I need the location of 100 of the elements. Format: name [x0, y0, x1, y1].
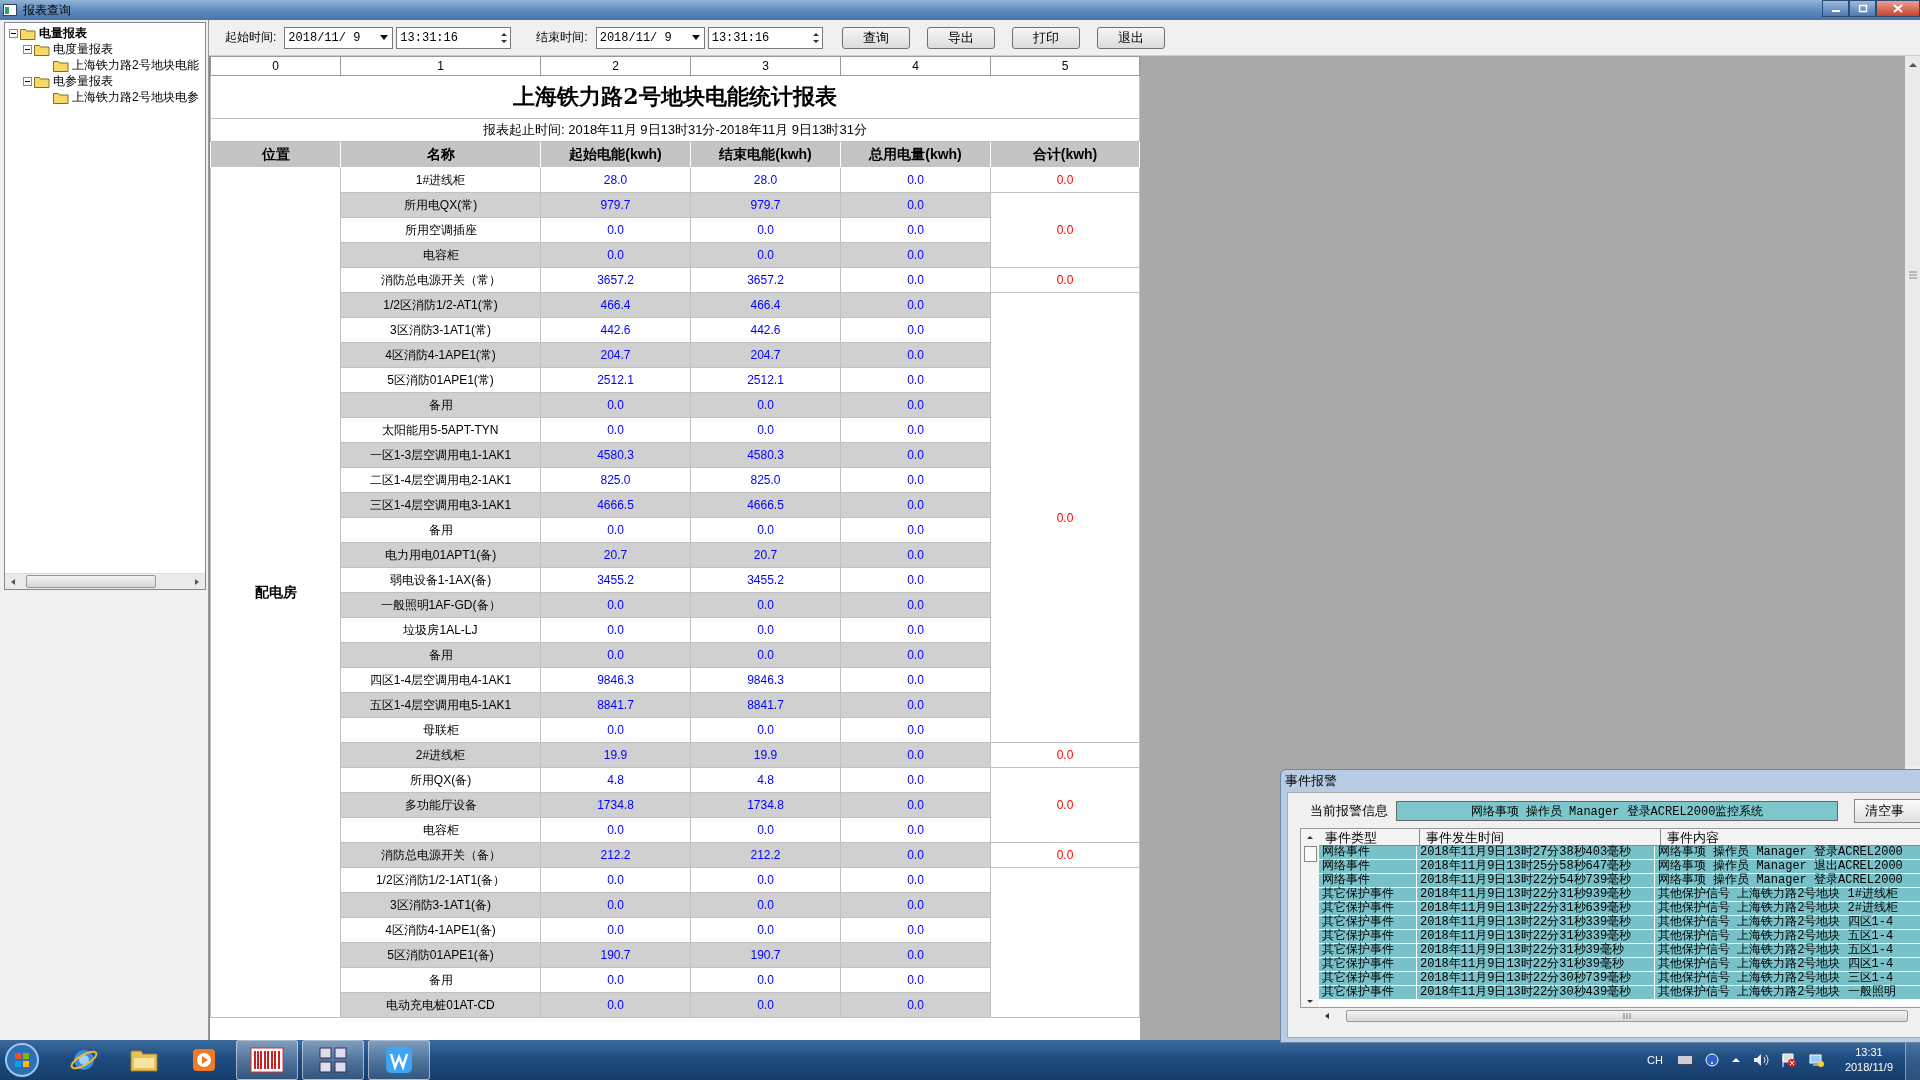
- expander-icon[interactable]: [23, 76, 32, 86]
- total-cell: 0.0: [990, 192, 1140, 268]
- table-cell: 0.0: [690, 592, 841, 618]
- table-cell: 备用: [340, 967, 541, 993]
- scroll-thumb[interactable]: [1303, 846, 1317, 862]
- table-cell: 4区消防4-1APE1(备): [340, 917, 541, 943]
- table-cell: 466.4: [690, 292, 841, 318]
- table-cell: 3455.2: [690, 567, 841, 593]
- report-period: 报表起止时间: 2018年11月 9日13时31分-2018年11月 9日13时31分: [210, 118, 1140, 142]
- app-icon[interactable]: [368, 1040, 430, 1080]
- table-cell: 其他保护信号 上海铁力路2号地块 三区1-4: [1655, 972, 1920, 986]
- table-cell: 0.0: [540, 392, 691, 418]
- clock-time[interactable]: 13:31: [1855, 1045, 1883, 1060]
- language-indicator[interactable]: CH: [1647, 1054, 1663, 1066]
- column-index-header[interactable]: 3: [690, 56, 841, 76]
- start-time-field[interactable]: 13:31:16: [396, 26, 512, 49]
- flag-icon[interactable]: [1780, 1052, 1797, 1068]
- vertical-scrollbar[interactable]: [1905, 56, 1920, 766]
- toolbar-button[interactable]: 打印: [1011, 26, 1080, 49]
- scroll-left-icon[interactable]: [9, 577, 17, 586]
- start-date-picker[interactable]: 2018/11/ 9: [284, 26, 394, 49]
- table-cell: 204.7: [540, 342, 691, 368]
- expander-icon[interactable]: [9, 28, 18, 38]
- table-cell: 0.0: [840, 642, 991, 668]
- scroll-up-icon[interactable]: [1907, 60, 1918, 70]
- table-cell: 4580.3: [540, 442, 691, 468]
- tree-item[interactable]: 电度量报表: [53, 40, 113, 58]
- help-icon[interactable]: [1704, 1053, 1719, 1067]
- grid-app-icon[interactable]: [302, 1040, 364, 1080]
- table-cell: 4.8: [540, 767, 691, 793]
- tree-item[interactable]: 上海铁力路2号地块电参: [72, 88, 199, 106]
- table-cell: 28.0: [540, 167, 691, 193]
- tree-item[interactable]: 电量报表: [39, 24, 87, 42]
- minimize-button[interactable]: [1822, 0, 1849, 17]
- folder-icon: [34, 74, 50, 88]
- table-cell: 0.0: [840, 292, 991, 318]
- toolbar-button[interactable]: 查询: [841, 26, 910, 49]
- column-header[interactable]: 事件发生时间: [1420, 829, 1661, 846]
- table-cell: 4666.5: [690, 492, 841, 518]
- table-cell: 9846.3: [540, 667, 691, 693]
- grip-icon[interactable]: [1623, 1013, 1631, 1019]
- barcode-app-icon[interactable]: [236, 1040, 298, 1080]
- show-desktop-button[interactable]: [1905, 1040, 1920, 1080]
- table-cell: 其他保护信号 上海铁力路2号地块 五区1-4: [1655, 930, 1920, 944]
- maximize-button[interactable]: [1849, 0, 1876, 17]
- table-cell: 190.7: [690, 942, 841, 968]
- table-cell: 979.7: [540, 192, 691, 218]
- close-button[interactable]: [1876, 0, 1920, 17]
- scroll-right-icon[interactable]: [193, 577, 201, 586]
- table-cell: 0.0: [540, 817, 691, 843]
- speaker-icon[interactable]: [1752, 1053, 1769, 1067]
- table-cell: 2#进线柜: [340, 742, 541, 768]
- table-cell: 0.0: [540, 892, 691, 918]
- table-cell: 825.0: [690, 467, 841, 493]
- start-time-label: 起始时间:: [225, 29, 277, 46]
- toolbar-button[interactable]: 退出: [1096, 26, 1165, 49]
- toolbar-button[interactable]: 导出: [926, 26, 995, 49]
- clear-events-button[interactable]: 清空事: [1854, 799, 1920, 823]
- table-cell: 4.8: [690, 767, 841, 793]
- table-cell: 0.0: [690, 642, 841, 668]
- start-button[interactable]: [4, 1042, 40, 1078]
- column-index-header[interactable]: 4: [840, 56, 991, 76]
- folder-icon: [20, 26, 36, 40]
- table-cell: 442.6: [690, 317, 841, 343]
- tree-item[interactable]: 上海铁力路2号地块电能: [72, 56, 199, 74]
- column-header[interactable]: 事件类型: [1319, 829, 1420, 846]
- current-alarm-label: 当前报警信息: [1310, 802, 1388, 820]
- end-time-field[interactable]: 13:31:16: [707, 26, 823, 49]
- table-cell: 其它保护事件: [1319, 972, 1417, 986]
- table-cell: 0.0: [540, 967, 691, 993]
- column-index-header[interactable]: 2: [540, 56, 691, 76]
- table-cell: 其它保护事件: [1319, 916, 1417, 930]
- column-index-header[interactable]: 5: [990, 56, 1140, 76]
- total-cell: 0.0: [990, 292, 1140, 743]
- table-cell: 网络事件: [1319, 846, 1417, 860]
- column-header[interactable]: 事件内容: [1661, 829, 1920, 846]
- table-cell: 8841.7: [690, 692, 841, 718]
- table-cell: 4666.5: [540, 492, 691, 518]
- table-cell: 0.0: [840, 892, 991, 918]
- keyboard-icon[interactable]: [1676, 1054, 1693, 1066]
- table-cell: 垃圾房1AL-LJ: [340, 617, 541, 643]
- column-index-header[interactable]: 1: [340, 56, 541, 76]
- table-cell: 0.0: [540, 617, 691, 643]
- show-hidden-icons-icon[interactable]: [1730, 1055, 1741, 1065]
- horizontal-scrollbar[interactable]: [5, 573, 205, 589]
- table-cell: 8841.7: [540, 692, 691, 718]
- table-cell: 0.0: [690, 892, 841, 918]
- table-cell: 消防总电源开关（备）: [340, 842, 541, 868]
- table-cell: 弱电设备1-1AX(备): [340, 567, 541, 593]
- expander-icon[interactable]: [23, 44, 32, 54]
- table-cell: 0.0: [540, 917, 691, 943]
- column-index-header[interactable]: 0: [210, 56, 341, 76]
- table-cell: 0.0: [840, 742, 991, 768]
- clock-date[interactable]: 2018/11/9: [1844, 1060, 1893, 1075]
- network-icon[interactable]: [1808, 1052, 1825, 1068]
- grip-icon[interactable]: [1908, 271, 1917, 279]
- table-cell: 0.0: [690, 992, 841, 1018]
- end-date-picker[interactable]: 2018/11/ 9: [595, 26, 705, 49]
- tree-item[interactable]: 电参量报表: [53, 72, 113, 90]
- table-cell: 多功能厅设备: [340, 792, 541, 818]
